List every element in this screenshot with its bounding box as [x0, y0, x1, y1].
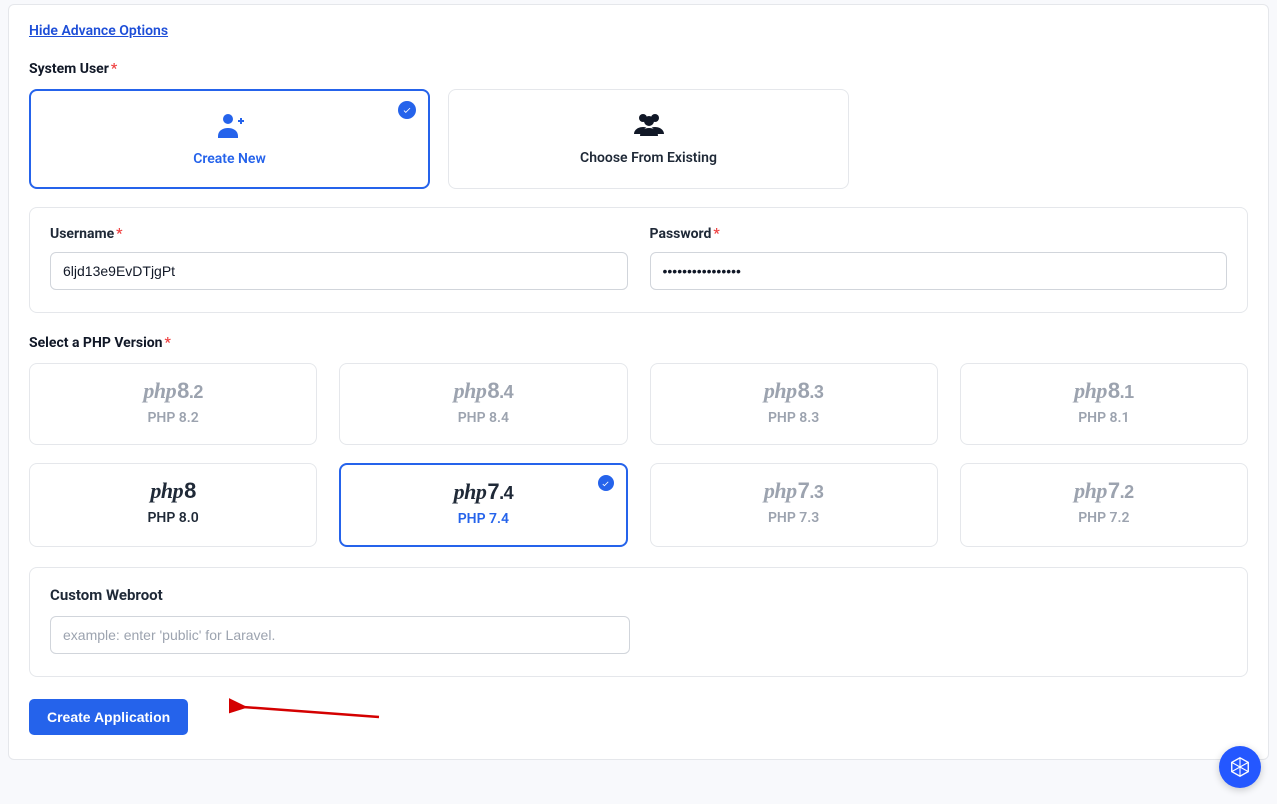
php-version-card[interactable]: php8 PHP 8.0	[29, 463, 317, 547]
php-version-label: PHP 8.3	[661, 410, 927, 426]
user-plus-icon	[43, 109, 416, 141]
php-version-card[interactable]: php8.4 PHP 8.4	[339, 363, 627, 445]
php-version-label: PHP 8.2	[40, 410, 306, 426]
php-version-label: Select a PHP Version*	[29, 335, 1248, 351]
php-logo: php7.4	[351, 481, 615, 503]
php-version-label: PHP 7.2	[971, 510, 1237, 526]
cube-icon	[1229, 756, 1251, 778]
create-new-user-card[interactable]: Create New	[29, 89, 430, 189]
php-version-card[interactable]: php7.2 PHP 7.2	[960, 463, 1248, 547]
help-fab-button[interactable]	[1219, 746, 1261, 788]
password-input[interactable]	[650, 252, 1228, 290]
php-logo: php8	[40, 480, 306, 502]
password-label: Password*	[650, 226, 1228, 242]
check-icon	[598, 475, 614, 491]
php-version-label: PHP 7.3	[661, 510, 927, 526]
annotation-arrow-icon	[229, 695, 389, 725]
users-group-icon	[461, 108, 836, 140]
php-version-label: PHP 8.1	[971, 410, 1237, 426]
php-logo: php8.3	[661, 380, 927, 402]
php-logo: php7.3	[661, 480, 927, 502]
php-version-label: PHP 7.4	[351, 511, 615, 527]
php-version-card[interactable]: php7.4 PHP 7.4	[339, 463, 627, 547]
username-label: Username*	[50, 226, 628, 242]
webroot-label: Custom Webroot	[50, 586, 1227, 604]
php-logo: php8.4	[350, 380, 616, 402]
php-logo: php8.1	[971, 380, 1237, 402]
system-user-label: System User*	[29, 61, 1248, 77]
webroot-input[interactable]	[50, 616, 630, 654]
php-version-label: PHP 8.0	[40, 510, 306, 526]
php-version-label: PHP 8.4	[350, 410, 616, 426]
php-version-card[interactable]: php7.3 PHP 7.3	[650, 463, 938, 547]
php-version-card[interactable]: php8.1 PHP 8.1	[960, 363, 1248, 445]
php-version-card[interactable]: php8.2 PHP 8.2	[29, 363, 317, 445]
create-application-button[interactable]: Create Application	[29, 699, 188, 735]
credentials-panel: Username* Password*	[29, 207, 1248, 313]
php-version-card[interactable]: php8.3 PHP 8.3	[650, 363, 938, 445]
create-new-label: Create New	[43, 151, 416, 167]
choose-existing-user-card[interactable]: Choose From Existing	[448, 89, 849, 189]
choose-existing-label: Choose From Existing	[461, 150, 836, 166]
username-input[interactable]	[50, 252, 628, 290]
php-logo: php8.2	[40, 380, 306, 402]
hide-advance-options-link[interactable]: Hide Advance Options	[29, 23, 168, 39]
webroot-panel: Custom Webroot	[29, 567, 1248, 677]
check-icon	[398, 101, 416, 119]
php-logo: php7.2	[971, 480, 1237, 502]
